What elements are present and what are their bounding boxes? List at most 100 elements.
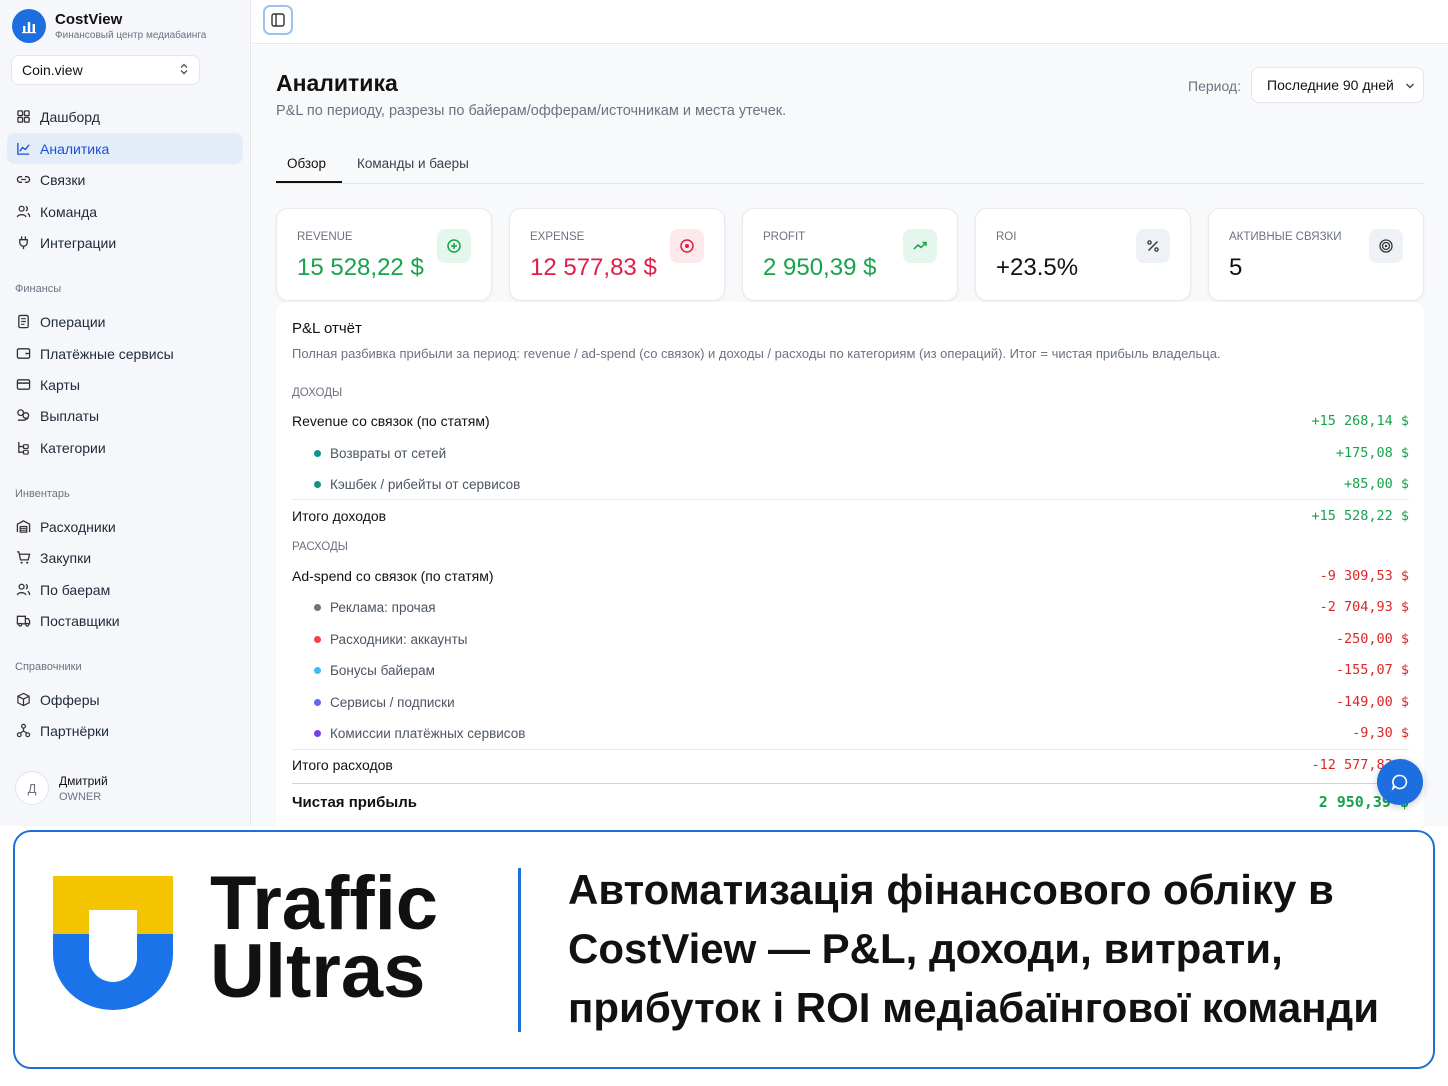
plug-icon (19, 236, 28, 250)
sidebar-item-purchases[interactable]: Закупки (7, 542, 243, 573)
sidebar-item-team[interactable]: Команда (7, 196, 243, 227)
sidebar-item-label: Операции (40, 313, 106, 330)
row-amount: +15 268,14 $ (1311, 413, 1409, 429)
sidebar-item-partners[interactable]: Партнёрки (7, 715, 243, 746)
sidebar-item-label: Поставщики (40, 612, 120, 629)
period-label: Период: (1188, 78, 1241, 94)
sidebar: CostView Финансовый центр медиабаинга Co… (0, 0, 251, 826)
kpi-label: ROI (996, 231, 1017, 243)
users-icon (16, 205, 31, 218)
legend-dot (314, 698, 321, 706)
brand-line-1: Traffic (210, 861, 439, 946)
kpi-label: PROFIT (763, 231, 806, 243)
income-item-row: Кэшбек / рибейты от сервисов +85,00 $ (314, 476, 1409, 492)
row-amount: -2 704,93 $ (1319, 599, 1409, 615)
sidebar-item-analytics[interactable]: Аналитика (7, 133, 243, 164)
divider (292, 783, 1409, 784)
row-label: Расходники: аккаунты (330, 631, 468, 647)
legend-dot (314, 449, 321, 457)
banner-separator (518, 868, 521, 1032)
chart-line-icon (17, 142, 30, 155)
sidebar-item-integrations[interactable]: Интеграции (7, 227, 243, 258)
promo-banner: Traffic Ultras Автоматизація фінансового… (13, 830, 1435, 1069)
tab-active-indicator (276, 181, 342, 183)
app-window: CostView Финансовый центр медиабаинга Co… (0, 0, 1448, 826)
row-label: Итого доходов (292, 508, 387, 524)
expense-item-row: Бонусы байерам -155,07 $ (314, 662, 1409, 678)
period-select[interactable]: Последние 90 дней (1251, 67, 1424, 103)
kpi-value: 2 950,39 $ (763, 254, 877, 281)
row-amount: +175,08 $ (1335, 445, 1409, 461)
workspace-select[interactable]: Coin.view (11, 55, 200, 85)
bar-chart-logo-icon (12, 9, 46, 43)
row-amount: +85,00 $ (1343, 476, 1409, 492)
chevron-down-icon (1405, 77, 1415, 93)
period-value: Последние 90 дней (1267, 77, 1394, 93)
row-label: Итого расходов (292, 757, 393, 773)
kpi-card-active-links: АКТИВНЫЕ СВЯЗКИ 5 (1208, 208, 1424, 301)
expense-item-row: Реклама: прочая -2 704,93 $ (314, 599, 1409, 615)
kpi-card-expense: EXPENSE 12 577,83 $ (509, 208, 725, 301)
user-role: OWNER (59, 790, 102, 803)
row-label: Чистая прибыль (292, 793, 417, 811)
sidebar-item-operations[interactable]: Операции (7, 306, 243, 337)
tab-teams-buyers[interactable]: Команды и баеры (357, 156, 469, 171)
app-subtitle: Финансовый центр медиабаинга (55, 30, 207, 41)
minus-circle-icon (670, 229, 704, 263)
main-content: Аналитика P&L по периоду, разрезы по бай… (252, 45, 1448, 826)
pl-title: P&L отчёт (292, 320, 362, 337)
avatar: Д (15, 771, 49, 805)
sidebar-item-label: Партнёрки (40, 722, 109, 739)
income-total-row: Итого доходов +15 528,22 $ (292, 508, 1409, 524)
sidebar-item-links[interactable]: Связки (7, 164, 243, 195)
sidebar-item-consumables[interactable]: Расходники (7, 511, 243, 542)
kpi-value: 5 (1229, 254, 1243, 281)
sidebar-item-by-buyers[interactable]: По баерам (7, 574, 243, 605)
sidebar-item-offers[interactable]: Офферы (7, 684, 243, 715)
divider (292, 499, 1409, 500)
brand-line-2: Ultras (210, 929, 426, 1014)
tab-overview[interactable]: Обзор (287, 156, 326, 171)
brand[interactable]: CostView Финансовый центр медиабаинга (12, 9, 206, 43)
banner-headline: Автоматизація фінансового обліку в CostV… (568, 866, 1380, 1031)
hand-coins-icon (17, 409, 30, 421)
row-amount: -9,30 $ (1352, 725, 1409, 741)
sidebar-item-suppliers[interactable]: Поставщики (7, 605, 243, 636)
sidebar-item-label: Интеграции (40, 234, 117, 251)
credit-card-icon (16, 379, 31, 390)
expense-main-row: Ad-spend со связок (по статям) -9 309,53… (292, 568, 1409, 584)
row-label: Реклама: прочая (330, 599, 436, 615)
link-icon (16, 176, 31, 183)
sidebar-item-label: Офферы (40, 691, 100, 708)
sidebar-toggle-button[interactable] (263, 5, 293, 35)
network-icon (16, 723, 31, 738)
sidebar-item-dashboard[interactable]: Дашборд (7, 101, 243, 132)
row-label: Ad-spend со связок (по статям) (292, 568, 494, 584)
income-main-row: Revenue со связок (по статям) +15 268,14… (292, 413, 1409, 429)
truck-icon (16, 615, 31, 627)
warehouse-icon (16, 520, 31, 533)
percent-icon (1136, 229, 1170, 263)
sidebar-item-categories[interactable]: Категории (7, 432, 243, 463)
tree-icon (18, 441, 29, 455)
row-amount: -155,07 $ (1335, 662, 1409, 678)
section-label-finance: Финансы (15, 283, 62, 295)
sidebar-item-label: Расходники (40, 518, 116, 535)
sidebar-item-payment-services[interactable]: Платёжные сервисы (7, 338, 243, 369)
sidebar-item-payouts[interactable]: Выплаты (7, 400, 243, 431)
user-name: Дмитрий (59, 773, 108, 788)
chat-button[interactable] (1377, 759, 1423, 805)
legend-dot (314, 729, 321, 737)
kpi-label: АКТИВНЫЕ СВЯЗКИ (1229, 231, 1342, 243)
section-label-inventory: Инвентарь (15, 488, 70, 500)
row-amount: -9 309,53 $ (1319, 568, 1409, 584)
income-section-label: ДОХОДЫ (292, 387, 343, 399)
banner-brand: Traffic Ultras (210, 861, 439, 1014)
sidebar-item-label: Платёжные сервисы (40, 345, 174, 362)
legend-dot (314, 480, 321, 488)
user-profile[interactable]: Д Дмитрий OWNER (15, 771, 108, 805)
pl-report: P&L отчёт Полная разбивка прибыли за пер… (276, 302, 1424, 826)
row-label: Бонусы байерам (330, 662, 435, 678)
plus-circle-icon (437, 229, 471, 263)
sidebar-item-cards[interactable]: Карты (7, 369, 243, 400)
